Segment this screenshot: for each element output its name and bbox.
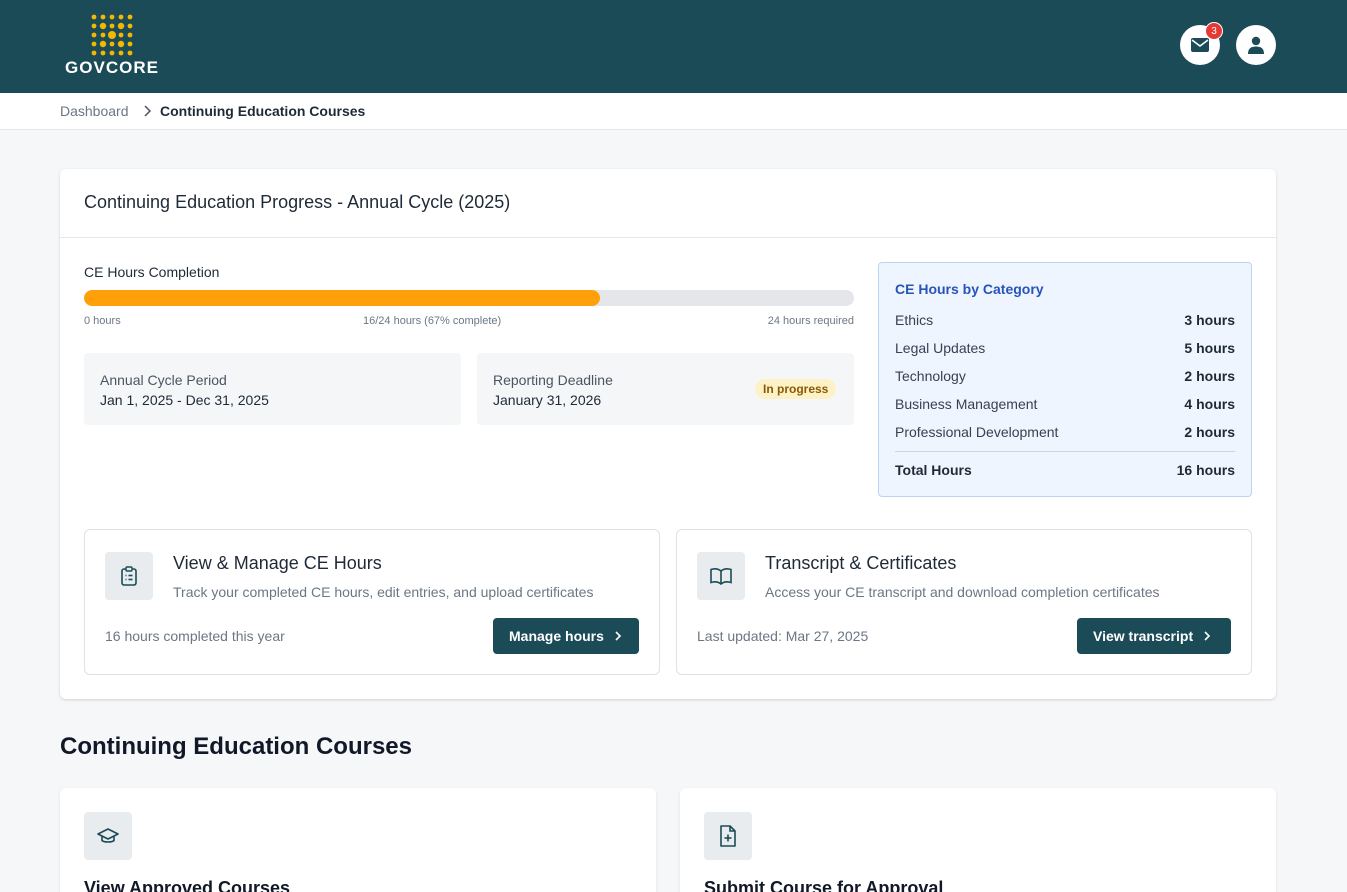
mail-icon [1191, 38, 1209, 52]
status-badge: In progress [755, 379, 837, 399]
ce-progress-card: Continuing Education Progress - Annual C… [60, 169, 1276, 699]
chevron-right-icon [615, 631, 622, 641]
deadline-value: January 31, 2026 [493, 392, 602, 408]
document-plus-icon [704, 812, 752, 860]
category-value: 3 hours [1184, 312, 1235, 328]
category-name: Ethics [895, 312, 934, 328]
graduation-cap-icon [84, 812, 132, 860]
completion-label: CE Hours Completion [84, 264, 220, 280]
total-value: 16 hours [1176, 462, 1235, 478]
category-breakdown-panel: CE Hours by Category Ethics 3 hours Lega… [878, 262, 1252, 497]
category-row: Professional Development 2 hours [895, 424, 1235, 444]
chevron-right-icon [1204, 631, 1211, 641]
view-transcript-button[interactable]: View transcript [1077, 618, 1231, 654]
category-divider [895, 451, 1235, 452]
notification-badge: 3 [1205, 22, 1223, 40]
category-value: 2 hours [1184, 424, 1235, 440]
action-title: Transcript & Certificates [765, 553, 957, 573]
user-profile-button[interactable] [1236, 25, 1276, 65]
category-row: Business Management 4 hours [895, 396, 1235, 416]
reporting-deadline-box: Reporting Deadline January 31, 2026 In p… [477, 353, 854, 425]
clipboard-icon [105, 552, 153, 600]
progress-min-label: 0 hours [84, 315, 121, 327]
cycle-period-box: Annual Cycle Period Jan 1, 2025 - Dec 31… [84, 353, 461, 425]
category-name: Business Management [895, 396, 1038, 412]
logo-dots-icon [91, 14, 133, 56]
user-icon [1248, 36, 1264, 54]
logo-text: GOVCORE [65, 58, 159, 77]
manage-ce-hours-card: View & Manage CE Hours Track your comple… [84, 529, 660, 675]
book-icon [697, 552, 745, 600]
total-label: Total Hours [895, 462, 972, 478]
govcore-logo[interactable]: GOVCORE [62, 14, 162, 77]
cycle-period-label: Annual Cycle Period [100, 372, 227, 388]
transcript-certificates-card: Transcript & Certificates Access your CE… [676, 529, 1252, 675]
card-header: Continuing Education Progress - Annual C… [60, 169, 1276, 238]
progress-bar-fill [84, 290, 600, 306]
course-card-title: View Approved Courses [84, 878, 291, 892]
category-value: 4 hours [1184, 396, 1235, 412]
approved-courses-card[interactable]: View Approved Courses [60, 788, 656, 892]
action-description: Access your CE transcript and download c… [765, 584, 1160, 600]
category-name: Legal Updates [895, 340, 986, 356]
submit-course-card[interactable]: Submit Course for Approval [680, 788, 1276, 892]
breadcrumb: Dashboard Continuing Education Courses [0, 93, 1347, 130]
breadcrumb-current: Continuing Education Courses [160, 103, 366, 119]
action-meta: Last updated: Mar 27, 2025 [697, 628, 869, 644]
courses-section-title: Continuing Education Courses [60, 733, 412, 760]
category-panel-title: CE Hours by Category [895, 281, 1044, 297]
course-card-title: Submit Course for Approval [704, 878, 944, 892]
action-meta: 16 hours completed this year [105, 628, 285, 644]
progress-bar-track [84, 290, 854, 306]
chevron-right-icon [144, 105, 152, 117]
category-name: Professional Development [895, 424, 1059, 440]
category-value: 5 hours [1184, 340, 1235, 356]
card-title: Continuing Education Progress - Annual C… [84, 192, 511, 212]
button-label: View transcript [1093, 628, 1194, 644]
category-row: Technology 2 hours [895, 368, 1235, 388]
deadline-label: Reporting Deadline [493, 372, 613, 388]
progress-max-label: 24 hours required [767, 315, 854, 327]
action-description: Track your completed CE hours, edit entr… [173, 584, 594, 600]
category-total-row: Total Hours 16 hours [895, 462, 1235, 482]
progress-status-label: 16/24 hours (67% complete) [363, 315, 502, 327]
cycle-period-value: Jan 1, 2025 - Dec 31, 2025 [100, 392, 269, 408]
manage-hours-button[interactable]: Manage hours [493, 618, 639, 654]
category-row: Legal Updates 5 hours [895, 340, 1235, 360]
breadcrumb-dashboard-link[interactable]: Dashboard [60, 103, 129, 119]
category-name: Technology [895, 368, 966, 384]
category-row: Ethics 3 hours [895, 312, 1235, 332]
top-navigation-bar: GOVCORE 3 [0, 0, 1347, 93]
button-label: Manage hours [509, 628, 604, 644]
action-title: View & Manage CE Hours [173, 553, 382, 573]
category-value: 2 hours [1184, 368, 1235, 384]
